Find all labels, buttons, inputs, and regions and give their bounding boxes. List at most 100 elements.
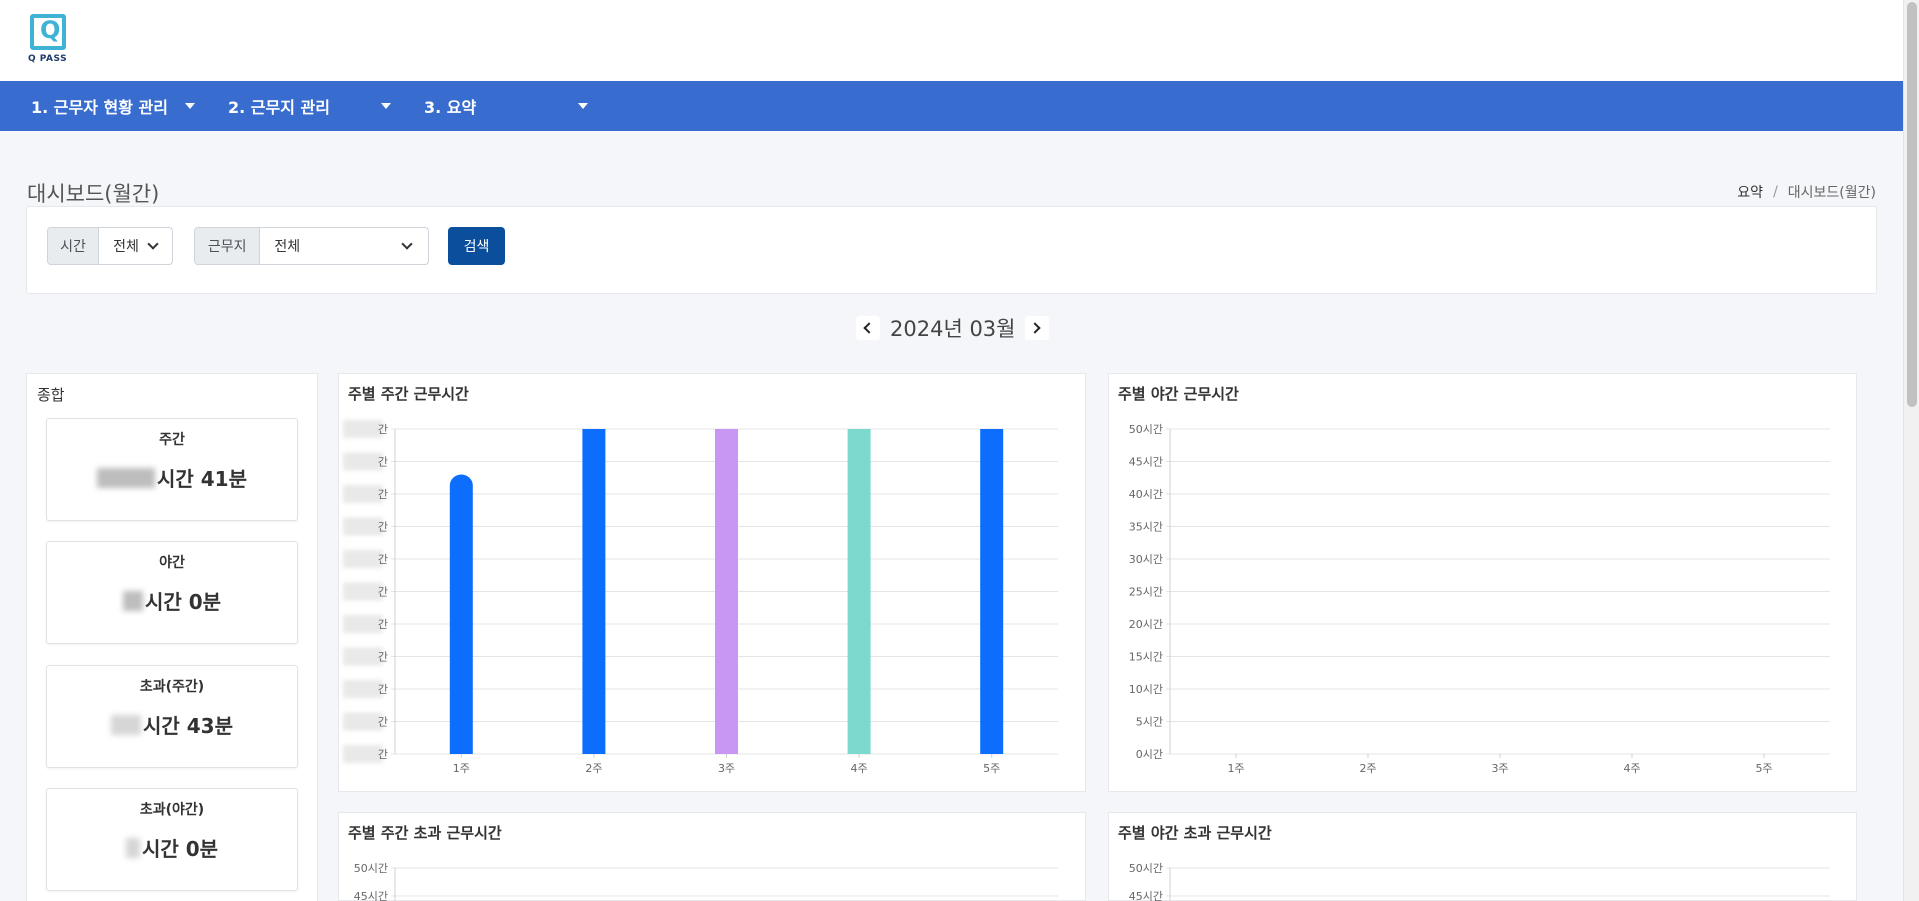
nav-summary[interactable]: 3. 요약 bbox=[424, 81, 476, 131]
x-tick-label: 5주 bbox=[1755, 762, 1772, 775]
qpass-logo[interactable]: Q Q PASS bbox=[28, 14, 72, 66]
chevron-down-icon bbox=[147, 238, 159, 250]
chevron-left-icon bbox=[863, 322, 875, 334]
x-tick-label: 4주 bbox=[851, 762, 868, 775]
y-tick-label: 간 bbox=[378, 748, 388, 761]
stat-night-label: 야간 bbox=[159, 555, 185, 571]
top-header: Q Q PASS bbox=[0, 0, 1903, 81]
site-filter-label: 근무지 bbox=[195, 228, 261, 264]
site-select-value: 전체 bbox=[274, 239, 301, 255]
time-select[interactable]: 전체 bbox=[99, 228, 172, 264]
scrollbar-thumb[interactable] bbox=[1907, 2, 1917, 407]
logo-glyph: Q bbox=[40, 16, 61, 44]
x-tick-label: 5주 bbox=[983, 762, 1000, 775]
bar bbox=[715, 429, 738, 754]
stat-day-label: 주간 bbox=[159, 432, 185, 448]
y-tick-label: 50시간 bbox=[1129, 862, 1163, 875]
stat-overtime-day-value: 시간 43분 bbox=[143, 714, 233, 738]
redacted-value bbox=[111, 714, 141, 735]
y-tick-label: 50시간 bbox=[354, 862, 388, 875]
y-tick-label: 25시간 bbox=[1129, 586, 1163, 599]
chevron-down-icon[interactable] bbox=[578, 103, 588, 109]
page-scrollbar[interactable] bbox=[1903, 0, 1919, 901]
stat-night-value: 시간 0분 bbox=[144, 590, 222, 614]
y-tick-label: 20시간 bbox=[1129, 618, 1163, 631]
y-tick-label: 간 bbox=[378, 456, 388, 469]
x-tick-label: 1주 bbox=[1227, 762, 1244, 775]
chart-weekly-day-overtime: 50시간 45시간 주별 주간 초과 근무시간 bbox=[338, 812, 1086, 901]
nav-site-management[interactable]: 2. 근무지 관리 bbox=[228, 81, 330, 131]
y-tick-label: 간 bbox=[378, 683, 388, 696]
month-navigator: 2024년 03월 bbox=[856, 313, 1050, 343]
summary-title: 종합 bbox=[37, 386, 65, 404]
y-tick-label: 45시간 bbox=[354, 890, 388, 901]
y-tick-label: 간 bbox=[378, 521, 388, 534]
stat-overtime-day-label: 초과(주간) bbox=[139, 679, 205, 695]
redacted-value bbox=[97, 467, 155, 488]
main-navbar: 1. 근무자 현황 관리 2. 근무지 관리 3. 요약 bbox=[0, 81, 1903, 131]
stat-overtime-night-label: 초과(야간) bbox=[139, 802, 205, 818]
stat-day: 주간 시간 41분 bbox=[46, 418, 298, 521]
chart-weekly-day-hours: 간 간 간 간 간 간 간 간 간 간 간 1주 2주 3주 4주 5주 주별 주간 근무시간 bbox=[338, 373, 1086, 792]
y-tick-label: 간 bbox=[378, 586, 388, 599]
stat-overtime-night: 초과(야간) 시간 0분 bbox=[46, 788, 298, 891]
chart-weekly-night-overtime: 50시간 45시간 주별 야간 초과 근무시간 bbox=[1108, 812, 1857, 901]
y-tick-label: 40시간 bbox=[1129, 488, 1163, 501]
breadcrumb-item-current: 대시보드(월간) bbox=[1787, 185, 1876, 201]
chart-title: 주별 주간 초과 근무시간 bbox=[348, 824, 502, 842]
chevron-down-icon[interactable] bbox=[185, 103, 195, 109]
y-tick-label: 간 bbox=[378, 488, 388, 501]
x-tick-label: 2주 bbox=[585, 762, 602, 775]
search-button[interactable]: 검색 bbox=[448, 227, 505, 265]
x-tick-label: 3주 bbox=[718, 762, 735, 775]
x-tick-label: 1주 bbox=[453, 762, 470, 775]
y-tick-label: 간 bbox=[378, 553, 388, 566]
breadcrumb-item-summary[interactable]: 요약 bbox=[1737, 182, 1763, 202]
chart-title: 주별 야간 초과 근무시간 bbox=[1118, 824, 1272, 842]
y-tick-label: 간 bbox=[378, 651, 388, 664]
site-filter: 근무지 전체 bbox=[194, 227, 429, 265]
chevron-right-icon bbox=[1029, 322, 1042, 334]
bar bbox=[582, 429, 606, 754]
stat-night: 야간 시간 0분 bbox=[46, 541, 298, 644]
y-tick-label: 10시간 bbox=[1129, 683, 1163, 696]
breadcrumb: 요약 / 대시보드(월간) bbox=[1737, 182, 1876, 202]
chart-title: 주별 야간 근무시간 bbox=[1118, 385, 1239, 403]
redacted-value bbox=[122, 590, 143, 611]
x-tick-label: 2주 bbox=[1359, 762, 1376, 775]
y-tick-label: 15시간 bbox=[1129, 651, 1163, 664]
x-tick-label: 4주 bbox=[1623, 762, 1640, 775]
y-tick-label: 간 bbox=[378, 618, 388, 631]
chevron-down-icon[interactable] bbox=[381, 103, 391, 109]
summary-card: 종합 주간 시간 41분 야간 시간 0분 초과(주간) 시간 43분 초과(야… bbox=[26, 373, 318, 901]
nav-summary-label: 3. 요약 bbox=[424, 98, 477, 117]
site-select[interactable]: 전체 bbox=[260, 228, 428, 264]
nav-worker-status-label: 1. 근무자 현황 관리 bbox=[31, 98, 168, 117]
y-tick-label: 간 bbox=[378, 423, 388, 436]
bar bbox=[847, 429, 871, 754]
y-tick-label: 간 bbox=[378, 716, 388, 729]
filter-panel: 시간 전체 근무지 전체 검색 bbox=[26, 206, 1877, 294]
weekly-day-hours-chart: 간간간간간간간간간간간1주 2주 3주 4주 5주 bbox=[343, 420, 1058, 775]
y-tick-label: 35시간 bbox=[1129, 521, 1163, 534]
stat-overtime-night-value: 시간 0분 bbox=[141, 837, 219, 861]
chart-weekly-night-hours: 0시간 5시간 10시간 15시간 20시간 25시간 30시간 35시간 40시간 45시간 50… bbox=[1108, 373, 1857, 792]
next-month-button[interactable] bbox=[1025, 316, 1050, 340]
y-tick-label: 0시간 bbox=[1136, 748, 1163, 761]
stat-overtime-day: 초과(주간) 시간 43분 bbox=[46, 665, 298, 768]
chart-title: 주별 주간 근무시간 bbox=[348, 385, 469, 403]
bar bbox=[449, 474, 473, 754]
x-tick-label: 3주 bbox=[1491, 762, 1508, 775]
y-tick-label: 30시간 bbox=[1129, 553, 1163, 566]
time-filter: 시간 전체 bbox=[47, 227, 173, 265]
redacted-value bbox=[125, 837, 140, 858]
y-tick-label: 50시간 bbox=[1129, 423, 1163, 436]
y-tick-label: 5시간 bbox=[1136, 716, 1163, 729]
prev-month-button[interactable] bbox=[856, 316, 880, 340]
breadcrumb-separator: / bbox=[1773, 184, 1778, 200]
logo-text: Q PASS bbox=[28, 54, 68, 64]
time-select-value: 전체 bbox=[113, 239, 139, 255]
nav-worker-status[interactable]: 1. 근무자 현황 관리 bbox=[31, 81, 168, 131]
y-tick-label: 45시간 bbox=[1129, 456, 1163, 469]
chevron-down-icon bbox=[401, 238, 414, 250]
